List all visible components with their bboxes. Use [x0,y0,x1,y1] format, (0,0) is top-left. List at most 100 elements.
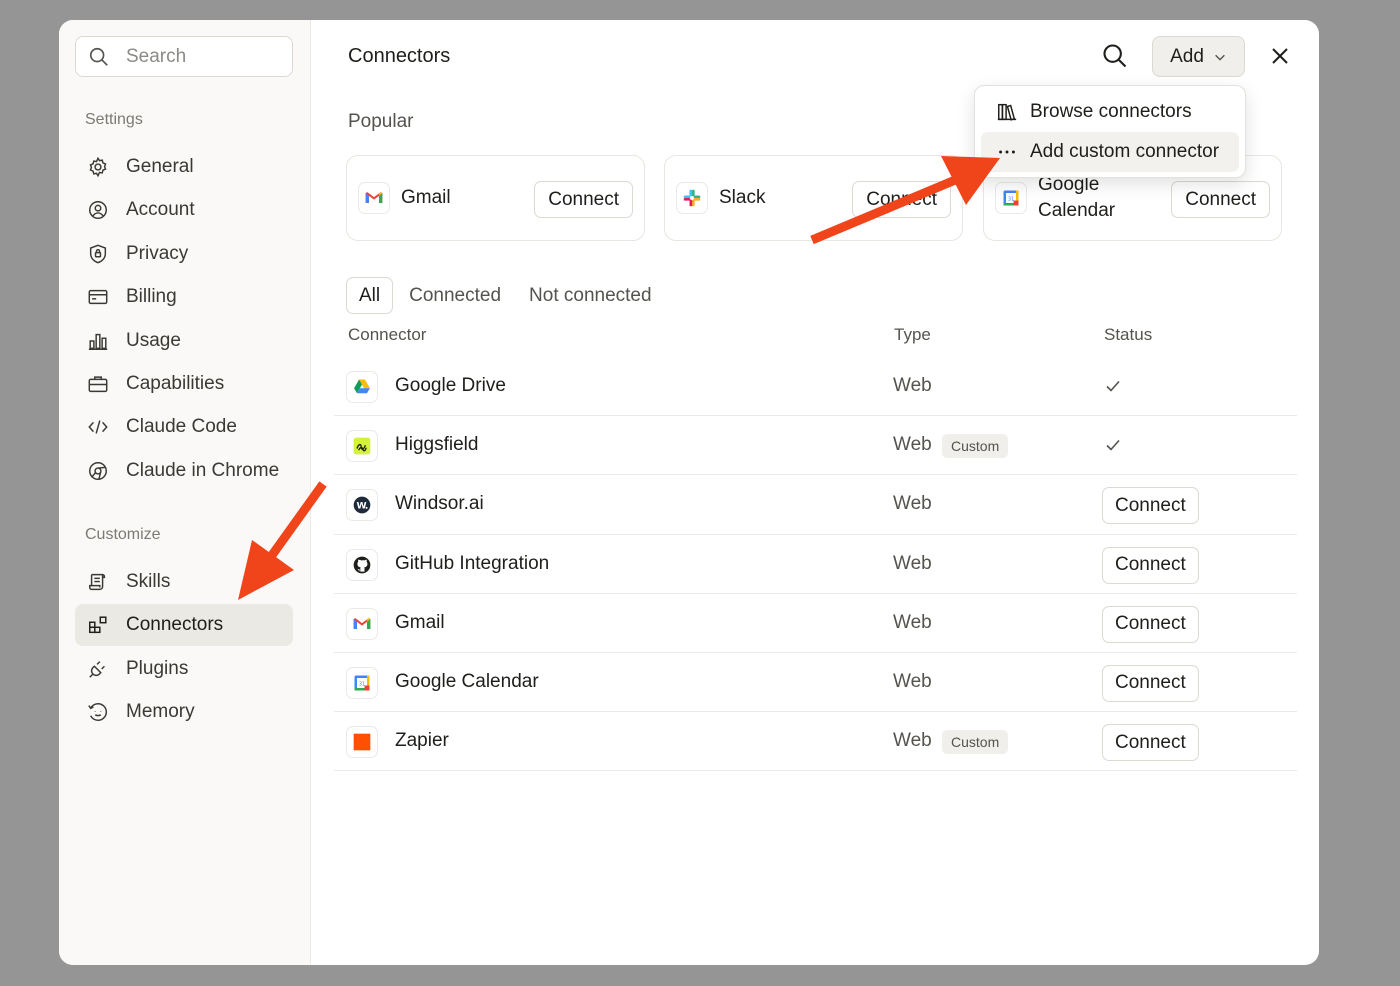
connector-type: Web [893,552,932,574]
menu-item-label: Browse connectors [1030,101,1192,122]
windsor-logo-icon: W [346,489,378,522]
zapier-logo-icon [346,726,378,759]
google-calendar-logo-icon: 31 [995,182,1027,214]
sidebar-item-usage[interactable]: Usage [75,320,293,362]
connector-name: Zapier [395,730,449,752]
menu-item-label: Add custom connector [1030,141,1220,162]
search-input[interactable]: Search [75,36,293,77]
sidebar-item-label: Billing [126,286,177,308]
sidebar-item-label: General [126,156,194,177]
bar-chart-icon [87,330,109,352]
sidebar-item-memory[interactable]: Memory [75,691,293,733]
connect-button[interactable]: Connect [1102,605,1199,643]
sidebar: Search Settings General Account Privacy … [59,20,311,965]
column-header-status: Status [1104,325,1153,344]
filter-connected[interactable]: Connected [397,277,513,314]
scroll-icon [87,571,109,593]
ellipsis-icon [996,141,1018,163]
table-row[interactable]: Gmail Web Connect [334,594,1297,653]
sidebar-item-billing[interactable]: Billing [75,276,293,318]
popular-card-name: Google Calendar [1038,174,1116,221]
sidebar-item-general[interactable]: General [75,146,293,188]
popular-section-label: Popular [348,111,414,132]
settings-section-label: Settings [85,111,143,128]
connector-name: Windsor.ai [395,493,484,515]
connectors-table: Google Drive Web Higgsfield Web Custom W… [334,357,1297,772]
higgsfield-logo-icon [346,430,378,463]
gmail-logo-icon [346,607,378,640]
connect-button[interactable]: Connect [1102,487,1199,525]
table-row[interactable]: Higgsfield Web Custom [334,416,1297,476]
connector-type: Web [893,493,932,515]
sidebar-item-connectors[interactable]: Connectors [75,604,293,647]
checkmark-icon [1106,440,1120,451]
svg-text:31: 31 [1008,197,1014,203]
sidebar-item-label: Account [126,199,195,221]
column-header-type: Type [894,325,931,344]
sidebar-item-capabilities[interactable]: Capabilities [75,363,293,405]
google-drive-logo-icon [346,371,378,403]
sidebar-item-plugins[interactable]: Plugins [75,648,293,690]
connector-name: Google Calendar [395,670,539,692]
sidebar-item-label: Claude in Chrome [126,459,280,481]
sidebar-item-skills[interactable]: Skills [75,561,293,603]
card-icon [87,286,109,308]
connector-name: Google Drive [395,375,506,396]
search-icon [89,47,108,66]
sidebar-item-label: Privacy [126,242,189,264]
briefcase-icon [87,373,109,395]
filter-tabs: All Connected Not connected [346,277,668,314]
plug-icon [87,658,109,680]
connector-type: Web [893,670,932,692]
filter-not-connected[interactable]: Not connected [517,277,664,314]
customize-nav: Skills Connectors Plugins Memory [75,561,293,735]
chevron-down-icon [1215,54,1225,61]
svg-text:W: W [357,501,367,512]
checkmark-icon [1106,380,1120,392]
add-button-label: Add [1170,45,1204,67]
settings-nav: General Account Privacy Billing Usage Ca… [75,146,293,493]
table-row[interactable]: W Windsor.ai Web Connect [334,475,1297,535]
table-row[interactable]: GitHub Integration Web Connect [334,535,1297,594]
connect-button[interactable]: Connect [1171,181,1270,218]
sidebar-item-claude-in-chrome[interactable]: Claude in Chrome [75,450,293,492]
add-button[interactable]: Add [1152,36,1245,77]
globe-icon [87,460,109,482]
connect-button[interactable]: Connect [534,181,633,218]
menu-item-add-custom-connector[interactable]: Add custom connector [981,132,1239,172]
connect-button[interactable]: Connect [1102,724,1199,762]
connector-name: Higgsfield [395,434,479,456]
connector-name: GitHub Integration [395,552,550,574]
custom-badge: Custom [942,730,1009,755]
code-icon [87,416,109,438]
column-header-connector: Connector [348,325,427,344]
table-row[interactable]: Zapier Web Custom Connect [334,712,1297,772]
sidebar-item-label: Connectors [126,614,224,636]
popular-card-name: Gmail [401,187,451,208]
github-logo-icon [346,548,378,581]
google-calendar-logo-icon: 31 [346,666,378,699]
customize-section-label: Customize [85,526,161,543]
search-icon[interactable] [1101,42,1129,70]
popular-card-slack: Slack Connect [664,155,963,241]
sidebar-item-label: Claude Code [126,416,237,438]
filter-all[interactable]: All [346,277,394,314]
connect-button[interactable]: Connect [1102,546,1199,584]
connector-type: Web [893,375,932,396]
memory-icon [87,701,109,723]
connect-button[interactable]: Connect [1102,664,1199,702]
sidebar-item-claude-code[interactable]: Claude Code [75,406,293,448]
close-icon[interactable] [1270,46,1290,66]
add-dropdown-menu: Browse connectors Add custom connector [974,85,1246,178]
search-placeholder: Search [126,45,187,67]
grid-plus-icon [87,614,109,636]
table-row[interactable]: 31 Google Calendar Web Connect [334,653,1297,713]
gear-icon [87,156,109,178]
connect-button[interactable]: Connect [852,181,951,218]
menu-item-browse-connectors[interactable]: Browse connectors [981,92,1239,132]
sidebar-item-privacy[interactable]: Privacy [75,233,293,275]
sidebar-item-label: Memory [126,701,195,723]
sidebar-item-account[interactable]: Account [75,189,293,231]
table-row[interactable]: Google Drive Web [334,357,1297,417]
connector-type: Web [893,434,932,456]
